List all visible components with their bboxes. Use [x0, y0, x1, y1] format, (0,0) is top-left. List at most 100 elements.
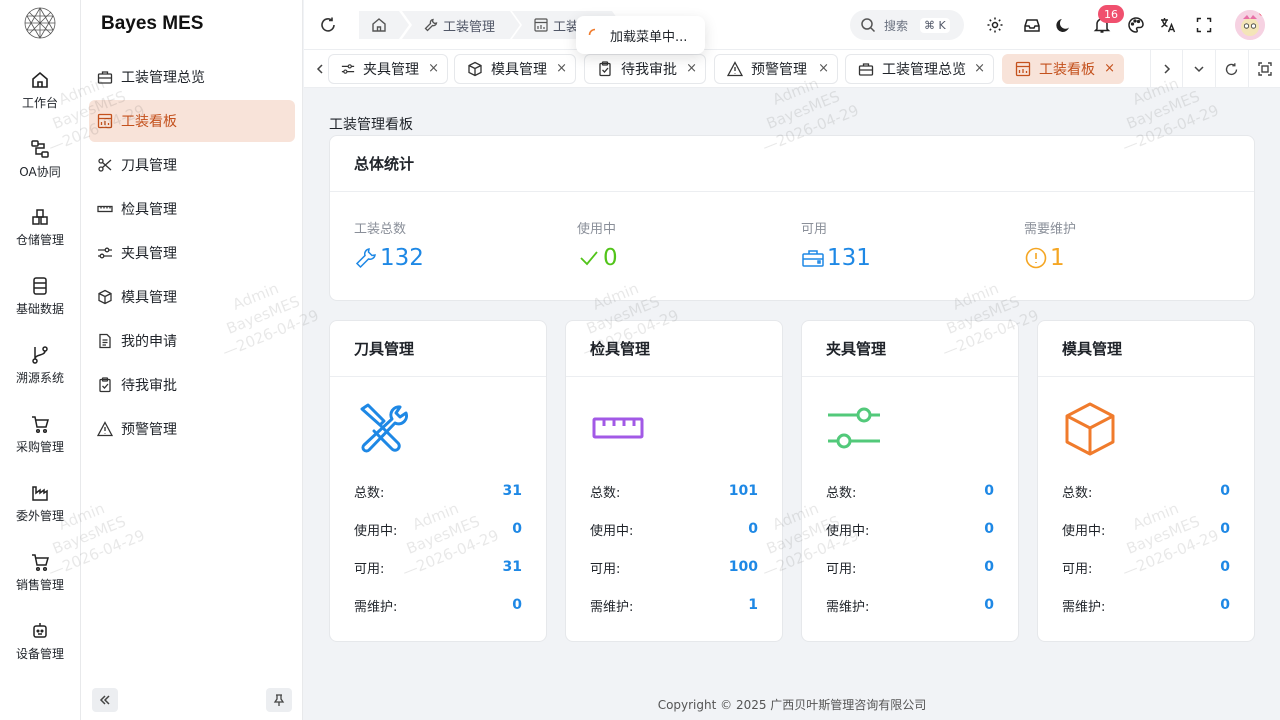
sidebar-item-pending-approval[interactable]: 待我审批 — [89, 364, 295, 406]
rail-item-oa[interactable]: OA协同 — [0, 139, 80, 180]
rail-item-sales[interactable]: 销售管理 — [0, 552, 80, 593]
category-row: 总数: 0 — [1062, 483, 1230, 501]
rail-item-warehouse[interactable]: 仓储管理 — [0, 207, 80, 248]
category-row: 使用中: 0 — [826, 521, 994, 539]
category-row: 使用中: 0 — [590, 521, 758, 539]
tab-maximize-button[interactable] — [1248, 50, 1280, 87]
language-button[interactable] — [1155, 12, 1181, 38]
rail-item-label: 采购管理 — [15, 440, 64, 454]
category-row: 需维护: 0 — [826, 597, 994, 615]
cart-icon — [32, 416, 49, 434]
sidebar-item-label: 预警管理 — [121, 422, 177, 438]
sidebar-item-gauges[interactable]: 检具管理 — [89, 188, 295, 230]
sidebar-item-label: 刀具管理 — [121, 158, 177, 174]
avatar[interactable] — [1235, 10, 1265, 40]
tab-close-button[interactable]: × — [428, 62, 439, 76]
sidebar-item-cutters[interactable]: 刀具管理 — [89, 144, 295, 186]
rail-item-trace[interactable]: 溯源系统 — [0, 345, 80, 386]
rail-item-workbench[interactable]: 工作台 — [0, 70, 80, 111]
stat-in-use: 使用中 0 — [577, 218, 618, 271]
category-row: 总数: 0 — [826, 483, 994, 501]
tab-pending-approval[interactable]: 待我审批 × — [584, 54, 706, 84]
tab-label: 预警管理 — [751, 62, 807, 78]
category-row: 总数: 31 — [354, 483, 522, 501]
category-row: 需维护: 0 — [1062, 597, 1230, 615]
tab-overview[interactable]: 工装管理总览 × — [845, 54, 994, 84]
theme-toggle-button[interactable] — [1051, 12, 1077, 38]
search-shortcut: ⌘ K — [920, 17, 950, 33]
stat-value: 132 — [380, 245, 424, 271]
tab-refresh-button[interactable] — [1215, 50, 1247, 87]
warning-icon — [97, 421, 113, 437]
tabs-dropdown-button[interactable] — [1182, 50, 1214, 87]
tab-close-button[interactable]: × — [556, 62, 567, 76]
sliders-icon — [341, 64, 355, 74]
maximize-icon — [1257, 62, 1272, 76]
rail-item-base-data[interactable]: 基础数据 — [0, 276, 80, 317]
breadcrumb-home[interactable] — [359, 11, 409, 39]
collapse-sidebar-button[interactable] — [92, 688, 118, 712]
sidebar-item-dashboard[interactable]: 工装看板 — [89, 100, 295, 142]
pin-icon — [273, 694, 285, 706]
tab-close-button[interactable]: × — [1104, 62, 1115, 76]
sidebar-item-molds[interactable]: 模具管理 — [89, 276, 295, 318]
tab-label: 工装看板 — [1039, 62, 1095, 78]
pin-sidebar-button[interactable] — [266, 688, 292, 712]
brand-title: Bayes MES — [101, 13, 204, 34]
palette-button[interactable] — [1123, 12, 1149, 38]
chevron-left-icon — [316, 64, 323, 74]
sidebar-item-overview[interactable]: 工装管理总览 — [89, 56, 295, 98]
rail-item-label: 仓储管理 — [15, 233, 64, 247]
breadcrumb-tooling[interactable]: 工装管理 — [402, 11, 520, 39]
search-placeholder: 搜索 — [884, 18, 909, 33]
category-title: 刀具管理 — [330, 321, 546, 377]
tab-close-button[interactable]: × — [818, 62, 829, 76]
rail-item-label: 设备管理 — [15, 647, 64, 661]
home-icon — [371, 17, 387, 33]
sidebar-item-alerts[interactable]: 预警管理 — [89, 408, 295, 450]
tabs-scroll-right-button[interactable] — [1150, 50, 1182, 87]
sidebar-item-fixtures[interactable]: 夹具管理 — [89, 232, 295, 274]
ruler-icon — [592, 417, 644, 439]
footer-copyright: Copyright © 2025 广西贝叶斯管理咨询有限公司 — [657, 698, 927, 712]
refresh-icon — [1225, 62, 1238, 75]
warehouse-icon — [32, 209, 48, 225]
box-icon — [97, 289, 113, 305]
category-row: 需维护: 1 — [590, 597, 758, 615]
top-header: 工装管理 工装 搜索 ⌘ K 16 — [304, 0, 1280, 50]
rail-item-outsource[interactable]: 委外管理 — [0, 483, 80, 524]
dashboard-icon — [97, 113, 113, 129]
workflow-icon — [31, 140, 49, 158]
tab-dashboard[interactable]: 工装看板 × — [1002, 54, 1124, 84]
category-row: 可用: 0 — [1062, 559, 1230, 577]
clipboard-check-icon — [599, 61, 611, 77]
tab-fixtures[interactable]: 夹具管理 × — [328, 54, 448, 84]
sidebar-item-label: 模具管理 — [121, 290, 177, 306]
rail-item-equipment[interactable]: 设备管理 — [0, 621, 80, 662]
factory-icon — [32, 486, 48, 501]
wrench-icon — [355, 248, 376, 269]
search-box[interactable]: 搜索 ⌘ K — [850, 10, 964, 40]
notification-badge: 16 — [1098, 5, 1124, 23]
settings-button[interactable] — [982, 12, 1008, 38]
tab-molds[interactable]: 模具管理 × — [454, 54, 576, 84]
logo-icon — [24, 7, 56, 39]
category-row: 可用: 100 — [590, 559, 758, 577]
category-title: 检具管理 — [566, 321, 782, 377]
tab-label: 模具管理 — [491, 62, 547, 78]
page-title: 工装管理看板 — [329, 117, 413, 133]
refresh-button[interactable] — [315, 12, 341, 38]
category-row: 使用中: 0 — [354, 521, 522, 539]
rail-item-label: OA协同 — [19, 165, 61, 179]
box-icon — [1065, 402, 1115, 456]
tab-close-button[interactable]: × — [686, 62, 697, 76]
sidebar-item-my-requests[interactable]: 我的申请 — [89, 320, 295, 362]
category-row: 可用: 0 — [826, 559, 994, 577]
tab-alerts[interactable]: 预警管理 × — [714, 54, 838, 84]
tab-close-button[interactable]: × — [974, 62, 985, 76]
chevron-right-icon — [1163, 64, 1170, 74]
inbox-button[interactable] — [1019, 12, 1045, 38]
fullscreen-button[interactable] — [1191, 12, 1217, 38]
tools-icon — [360, 403, 408, 453]
rail-item-purchase[interactable]: 采购管理 — [0, 414, 80, 455]
